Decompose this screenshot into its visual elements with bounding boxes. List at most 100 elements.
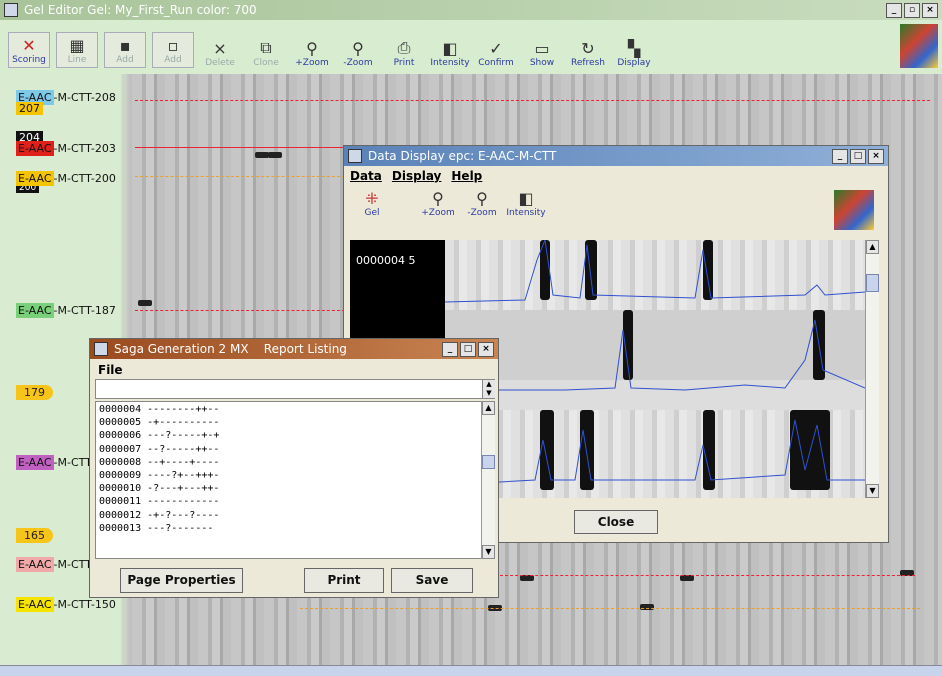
marker-line-208	[135, 100, 930, 101]
refresh-icon: ↻	[581, 38, 595, 58]
show-icon: ▭	[534, 38, 550, 58]
line-button[interactable]: ▦ Line	[56, 32, 98, 68]
list-item[interactable]: 0000012 -+-?---?----	[99, 509, 479, 522]
marker-tag-pink[interactable]: E-AAC -M-CTT-	[16, 557, 95, 572]
minimize-button[interactable]: _	[832, 148, 848, 164]
app-logo	[900, 24, 938, 68]
close-button[interactable]: ×	[478, 341, 494, 357]
close-button[interactable]: ×	[868, 148, 884, 164]
menu-help[interactable]: Help	[451, 169, 482, 183]
marker-tag-187[interactable]: E-AAC -M-CTT-187	[16, 303, 116, 318]
clone-icon: ⧉	[260, 38, 272, 57]
intensity-button[interactable]: ◧ Intensity	[506, 188, 546, 219]
marker-prefix: E-AAC	[16, 455, 54, 470]
app-icon	[4, 3, 18, 17]
scroll-down-button[interactable]: ▼	[866, 484, 879, 498]
list-item[interactable]: 0000009 ----?+--+++-	[99, 469, 479, 482]
marker-tag-150[interactable]: E-AAC -M-CTT-150	[16, 597, 116, 612]
report-scrollbar[interactable]: ▲ ▼	[481, 401, 495, 559]
scroll-up-button[interactable]: ▲	[482, 401, 495, 415]
scroll-thumb[interactable]	[866, 274, 879, 292]
marker-tag-200[interactable]: E-AAC -M-CTT-200	[16, 171, 116, 186]
menu-file[interactable]: File	[98, 363, 123, 377]
toolbar-label: Confirm	[478, 58, 514, 68]
confirm-icon: ✓	[489, 38, 503, 58]
minimize-button[interactable]: _	[886, 2, 902, 18]
zoom-out-icon: ⚲	[352, 38, 364, 58]
confirm-button[interactable]: ✓ Confirm	[476, 38, 516, 69]
marker-line-203	[135, 147, 345, 148]
close-dialog-button[interactable]: Close	[574, 510, 658, 534]
intensity-button[interactable]: ◧ Intensity	[430, 38, 470, 69]
restore-button[interactable]: ▫	[904, 2, 920, 18]
page-properties-button[interactable]: Page Properties	[120, 568, 243, 593]
marker-prefix: E-AAC	[16, 171, 54, 186]
intensity-icon: ◧	[442, 38, 458, 58]
scroll-up-button[interactable]: ▲	[866, 240, 879, 254]
refresh-button[interactable]: ↻ Refresh	[568, 38, 608, 69]
show-button[interactable]: ▭ Show	[522, 38, 562, 69]
report-list[interactable]: 0000004 --------++-- 0000005 -+----------…	[95, 401, 483, 559]
zoom-in-icon: ⚲	[306, 38, 318, 58]
maximize-button[interactable]: □	[850, 148, 866, 164]
gel-button[interactable]: ⁜ Gel	[352, 188, 392, 219]
list-item[interactable]: 0000004 --------++--	[99, 403, 479, 416]
add-button[interactable]: ▫ Add	[152, 32, 194, 68]
menu-data[interactable]: Data	[350, 169, 382, 183]
band	[268, 152, 282, 158]
list-item[interactable]: 0000006 ---?-----+-+	[99, 429, 479, 442]
scroll-thumb[interactable]	[482, 455, 495, 469]
window-icon	[348, 149, 362, 163]
list-item[interactable]: 0000011 ------------	[99, 495, 479, 508]
menu-display[interactable]: Display	[392, 169, 441, 183]
trace-view[interactable]	[445, 240, 865, 498]
intensity-icon: ◧	[518, 188, 534, 208]
band	[640, 604, 654, 610]
maximize-button[interactable]: □	[460, 341, 476, 357]
zoom-in-button[interactable]: ⚲ +Zoom	[418, 188, 458, 219]
print-icon: ⎙	[397, 38, 411, 57]
report-selector-field[interactable]	[95, 379, 495, 399]
list-item[interactable]: 0000007 --?-----++--	[99, 443, 479, 456]
zoom-out-button[interactable]: ⚲ -Zoom	[462, 188, 502, 219]
print-button[interactable]: ⎙ Print	[384, 38, 424, 68]
list-item[interactable]: 0000005 -+----------	[99, 416, 479, 429]
zoom-button[interactable]: ⚲ -Zoom	[338, 38, 378, 69]
main-titlebar: Gel Editor Gel: My_First_Run color: 700 …	[0, 0, 942, 20]
marker-prefix: E-AAC	[16, 597, 54, 612]
spinner-arrows[interactable]: ▲ ▼	[482, 380, 495, 398]
marker-line-150	[300, 608, 920, 609]
scroll-down-button[interactable]: ▼	[482, 545, 495, 559]
toolbar-label: Clone	[253, 58, 279, 68]
list-item[interactable]: 0000013 ---?-------	[99, 522, 479, 535]
print-button[interactable]: Print	[304, 568, 384, 593]
toolbar-label: Show	[529, 58, 555, 68]
trace-scrollbar[interactable]: ▲ ▼	[865, 240, 879, 498]
list-item[interactable]: 0000008 --+----+----	[99, 456, 479, 469]
report-title: Saga Generation 2 MX Report Listing	[114, 342, 347, 356]
save-button[interactable]: Save	[391, 568, 473, 593]
marker-label: -M-CTT-150	[53, 598, 116, 611]
toolbar-label: Line	[67, 55, 87, 65]
band	[138, 300, 152, 306]
horizontal-scrollbar[interactable]	[0, 665, 942, 676]
minimize-button[interactable]: _	[442, 341, 458, 357]
clone-button[interactable]: ⧉ Clone	[246, 38, 286, 68]
scoring-button[interactable]: ✕ Scoring	[8, 32, 50, 68]
report-menubar: File	[90, 359, 498, 381]
marker-tag-magenta[interactable]: E-AAC -M-CTT-	[16, 455, 95, 470]
close-button[interactable]: ×	[922, 2, 938, 18]
list-item[interactable]: 0000010 -?---+---++-	[99, 482, 479, 495]
marker-tag-203[interactable]: E-AAC -M-CTT-203	[16, 141, 116, 156]
close-icon: ×	[213, 38, 227, 58]
zoom-button[interactable]: ⚲ +Zoom	[292, 38, 332, 69]
band	[255, 152, 269, 158]
delete-button[interactable]: × Delete	[200, 38, 240, 69]
marker-label: -M-CTT-187	[53, 304, 116, 317]
zoom-in-icon: ⚲	[432, 188, 444, 208]
add-button[interactable]: ▪ Add	[104, 32, 146, 68]
toolbar-label: Display	[617, 58, 651, 68]
marker-label: -M-CTT-203	[53, 142, 116, 155]
toolbar-label: Add	[164, 55, 182, 65]
display-button[interactable]: ▚ Display	[614, 38, 654, 69]
